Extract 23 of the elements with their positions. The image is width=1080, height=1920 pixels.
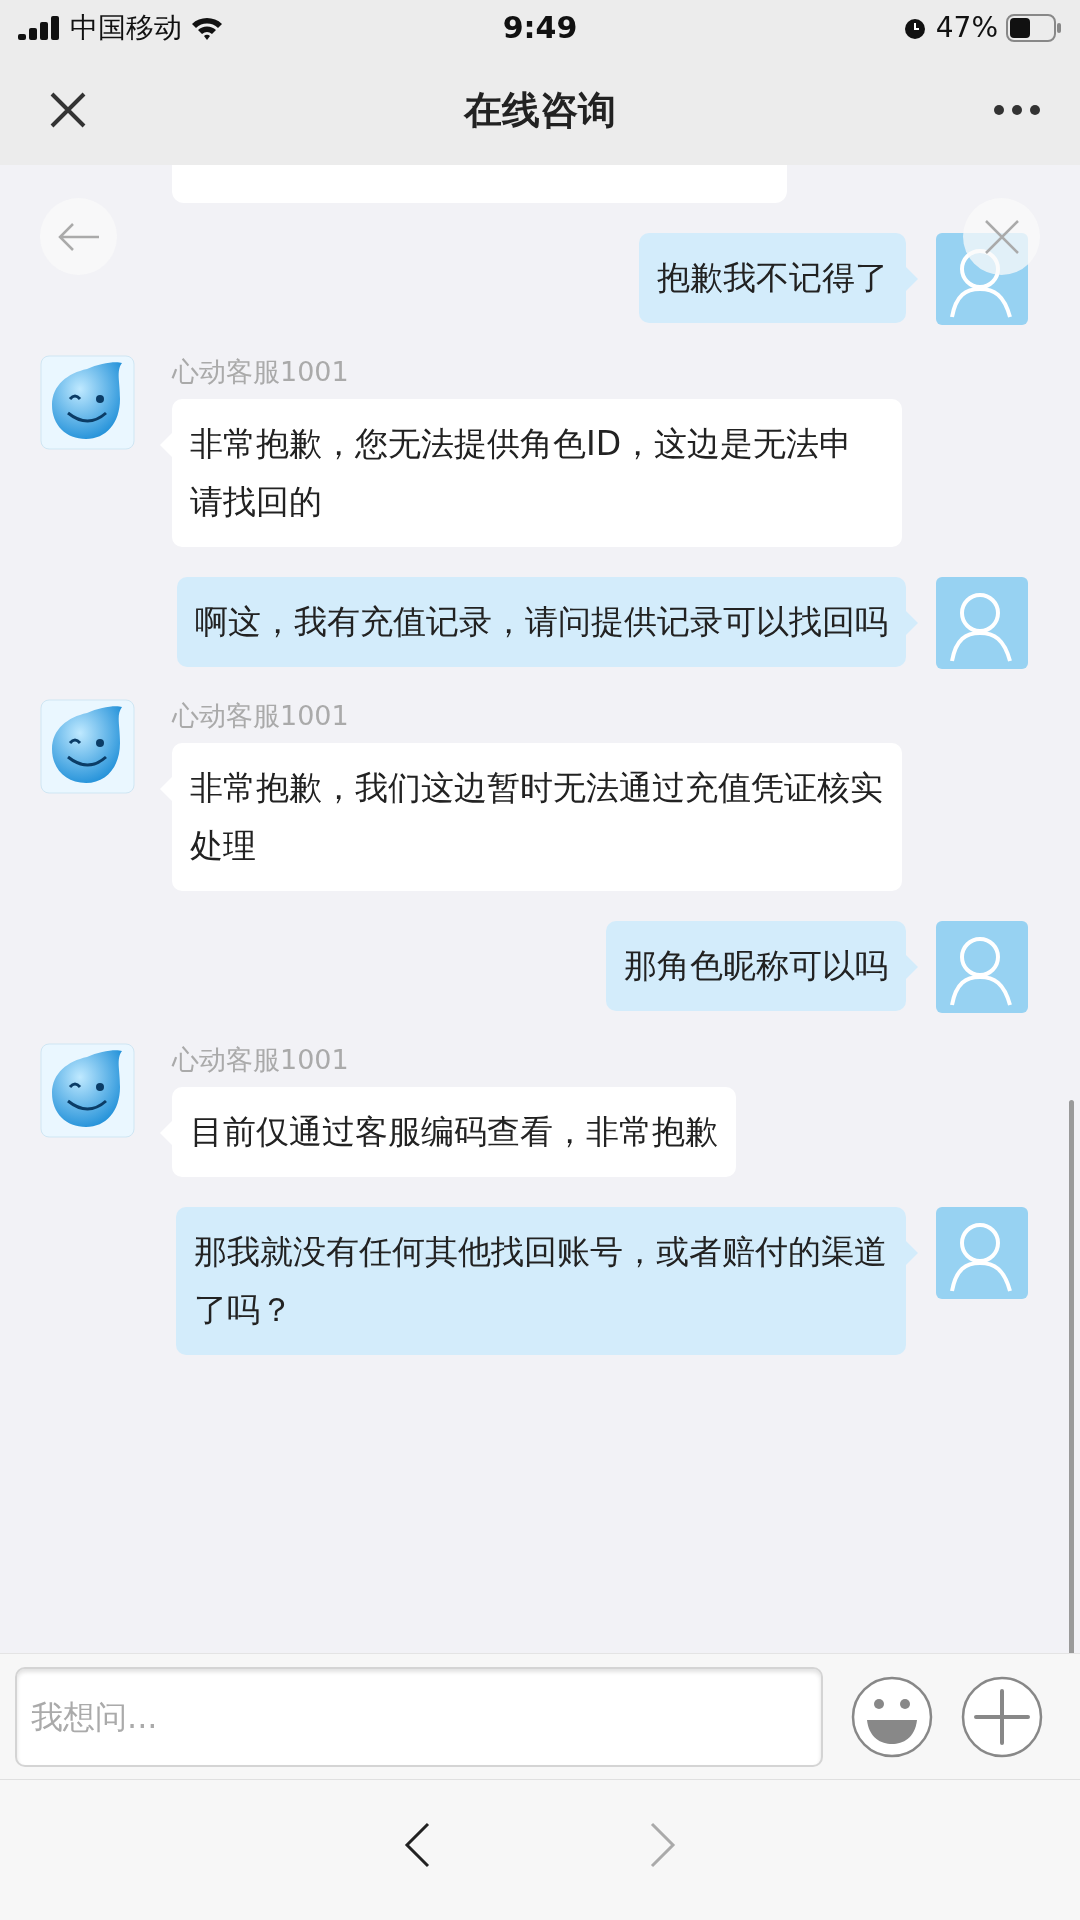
message-bubble: 那我就没有任何其他找回账号，或者赔付的渠道了吗？ — [176, 1207, 906, 1355]
close-icon[interactable] — [50, 92, 86, 128]
status-time: 9:49 — [502, 10, 578, 45]
agent-name: 心动客服1001 — [172, 699, 349, 733]
page-title: 在线咨询 — [464, 86, 616, 134]
message-bubble: 那角色昵称可以吗 — [606, 921, 906, 1011]
message-bubble: 啊这，我有充值记录，请问提供记录可以找回吗 — [177, 577, 906, 667]
message-bubble: 非常抱歉，我们这边暂时无法通过充值凭证核实处理 — [172, 743, 902, 891]
agent-name: 心动客服1001 — [172, 355, 349, 389]
message-bubble: 非常抱歉，您无法提供角色ID，这边是无法申请找回的 — [172, 399, 902, 547]
carrier-name: 中国移动 — [70, 9, 182, 46]
emoji-button[interactable] — [851, 1675, 933, 1758]
back-arrow-button[interactable] — [404, 1822, 430, 1868]
arrow-left-icon[interactable] — [56, 221, 101, 252]
more-icon[interactable] — [994, 105, 1040, 115]
message-bubble: 抱歉我不记得了 — [639, 233, 906, 323]
add-button[interactable] — [961, 1675, 1043, 1758]
battery-icon — [1006, 13, 1062, 42]
message-input-field[interactable]: 我想问... — [15, 1666, 823, 1767]
message-bubble: 目前仅通过客服编码查看，非常抱歉 — [172, 1087, 736, 1177]
signal-icon — [18, 15, 62, 40]
agent-name: 心动客服1001 — [172, 1043, 349, 1077]
battery-percent: 47% — [935, 11, 998, 44]
